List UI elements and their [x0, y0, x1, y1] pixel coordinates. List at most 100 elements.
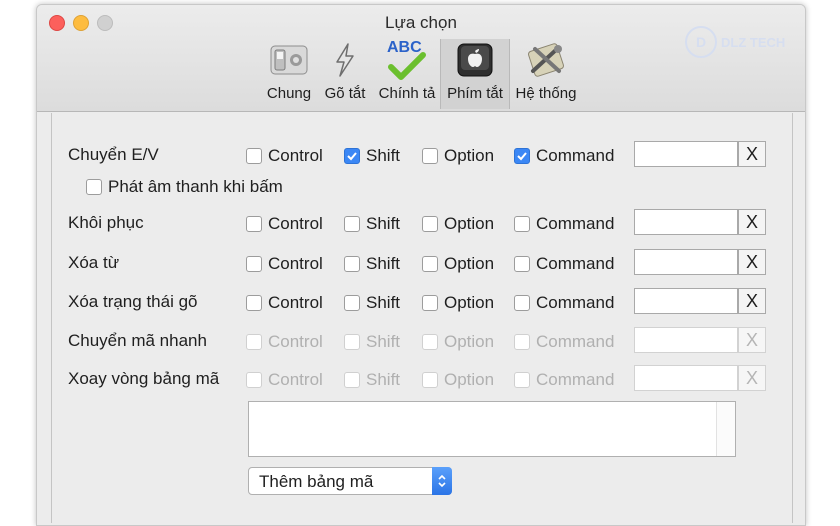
shift-checkbox[interactable]: Shift [344, 254, 400, 274]
clear-hotkey-button[interactable]: X [738, 209, 766, 235]
lightning-icon [323, 39, 367, 81]
charset-list[interactable] [248, 401, 736, 457]
control-checkbox[interactable]: Control [246, 146, 323, 166]
list-scrollbar[interactable] [716, 402, 735, 456]
add-charset-popup[interactable]: Thêm bảng mã [248, 467, 452, 495]
preferences-window: Lựa chọn D DLZ TECH Chung Gõ tắt ABC Chí… [36, 4, 806, 526]
control-checkbox[interactable]: Control [246, 332, 323, 352]
tab-label: Chung [266, 85, 312, 102]
checkbox-box [514, 256, 530, 272]
checkbox-box [422, 216, 438, 232]
checkbox-box [246, 334, 262, 350]
checkbox-label: Option [444, 254, 495, 273]
clear-hotkey-button[interactable]: X [738, 365, 766, 391]
tab-label: Hệ thống [515, 85, 577, 102]
checkbox-label: Shift [366, 293, 401, 312]
checkbox-label: Control [268, 146, 323, 165]
row-label: Xoay vòng bảng mã [68, 369, 220, 388]
checkbox-box [422, 295, 438, 311]
hotkey-row-delete-word: Xóa từ Control Shift Option Command X [52, 249, 792, 277]
checkbox-box [422, 148, 438, 164]
hotkey-field[interactable] [634, 141, 738, 167]
option-checkbox[interactable]: Option [422, 214, 494, 234]
chevron-down-icon[interactable] [432, 467, 452, 495]
row-label: Chuyển E/V [68, 145, 159, 164]
checkbox-box [344, 216, 360, 232]
shift-checkbox[interactable]: Shift [344, 370, 400, 390]
shift-checkbox[interactable]: Shift [344, 293, 400, 313]
control-checkbox[interactable]: Control [246, 370, 323, 390]
checkbox-label: Command [536, 370, 615, 389]
checkbox-box [422, 334, 438, 350]
checkbox-label: Command [536, 332, 615, 351]
title-bar: Lựa chọn D DLZ TECH Chung Gõ tắt ABC Chí… [37, 5, 805, 112]
hotkey-field[interactable] [634, 288, 738, 314]
control-checkbox[interactable]: Control [246, 293, 323, 313]
clear-hotkey-button[interactable]: X [738, 249, 766, 275]
tab-general[interactable]: Chung [265, 39, 313, 109]
shift-checkbox[interactable]: Shift [344, 332, 400, 352]
hotkey-row-quick-convert: Chuyển mã nhanh Control Shift Option Com… [52, 327, 792, 355]
checkbox-box [344, 295, 360, 311]
hotkey-row-restore: Khôi phục Control Shift Option Command X [52, 209, 792, 237]
row-label: Xóa từ [68, 253, 120, 272]
checkbox-label: Control [268, 254, 323, 273]
checkbox-box [246, 256, 262, 272]
checkbox-box [422, 372, 438, 388]
tab-spelling[interactable]: ABC Chính tả [375, 39, 439, 109]
checkbox-box [86, 179, 102, 195]
checkbox-label: Shift [366, 214, 401, 233]
checkbox-box [514, 148, 530, 164]
hotkey-field[interactable] [634, 209, 738, 235]
command-checkbox[interactable]: Command [514, 146, 614, 166]
clear-hotkey-button[interactable]: X [738, 288, 766, 314]
checkbox-label: Option [444, 146, 495, 165]
sound-on-switch-checkbox[interactable]: Phát âm thanh khi bấm [86, 177, 283, 197]
checkbox-label: Control [268, 332, 323, 351]
option-checkbox[interactable]: Option [422, 146, 494, 166]
checkbox-box [246, 216, 262, 232]
watermark: D DLZ TECH [685, 25, 797, 59]
shift-checkbox[interactable]: Shift [344, 146, 400, 166]
checkbox-box [422, 256, 438, 272]
tab-shortcut-typing[interactable]: Gõ tắt [321, 39, 369, 109]
hotkey-field[interactable] [634, 327, 738, 353]
option-checkbox[interactable]: Option [422, 332, 494, 352]
checkbox-label: Command [536, 254, 615, 273]
clear-hotkey-button[interactable]: X [738, 327, 766, 353]
clear-hotkey-button[interactable]: X [738, 141, 766, 167]
checkbox-box [514, 295, 530, 311]
watermark-text: DLZ TECH [721, 34, 786, 50]
hotkeys-panel: Chuyển E/V Control Shift Option Command … [51, 113, 793, 523]
general-switch-icon [267, 39, 311, 81]
control-checkbox[interactable]: Control [246, 214, 323, 234]
checkbox-label: Option [444, 293, 495, 312]
tab-label: Phím tắt [447, 85, 503, 102]
option-checkbox[interactable]: Option [422, 293, 494, 313]
command-checkbox[interactable]: Command [514, 214, 614, 234]
hotkey-field[interactable] [634, 249, 738, 275]
control-checkbox[interactable]: Control [246, 254, 323, 274]
popup-selected-value: Thêm bảng mã [259, 472, 374, 491]
hotkey-row-clear-typing-state: Xóa trạng thái gõ Control Shift Option C… [52, 288, 792, 316]
tab-system[interactable]: Hệ thống [513, 39, 579, 109]
tab-label: Gõ tắt [324, 85, 366, 102]
command-checkbox[interactable]: Command [514, 332, 614, 352]
tab-label: Chính tả [378, 85, 436, 102]
hotkey-field[interactable] [634, 365, 738, 391]
checkbox-box [344, 148, 360, 164]
checkbox-label: Command [536, 214, 615, 233]
command-checkbox[interactable]: Command [514, 254, 614, 274]
checkbox-label: Control [268, 214, 323, 233]
tab-hotkeys[interactable]: Phím tắt [440, 39, 510, 109]
checkbox-label: Control [268, 293, 323, 312]
shift-checkbox[interactable]: Shift [344, 214, 400, 234]
apple-key-icon [453, 39, 497, 81]
checkbox-box [344, 372, 360, 388]
option-checkbox[interactable]: Option [422, 254, 494, 274]
command-checkbox[interactable]: Command [514, 370, 614, 390]
abc-check-icon: ABC [385, 39, 429, 81]
command-checkbox[interactable]: Command [514, 293, 614, 313]
checkbox-label: Option [444, 332, 495, 351]
option-checkbox[interactable]: Option [422, 370, 494, 390]
